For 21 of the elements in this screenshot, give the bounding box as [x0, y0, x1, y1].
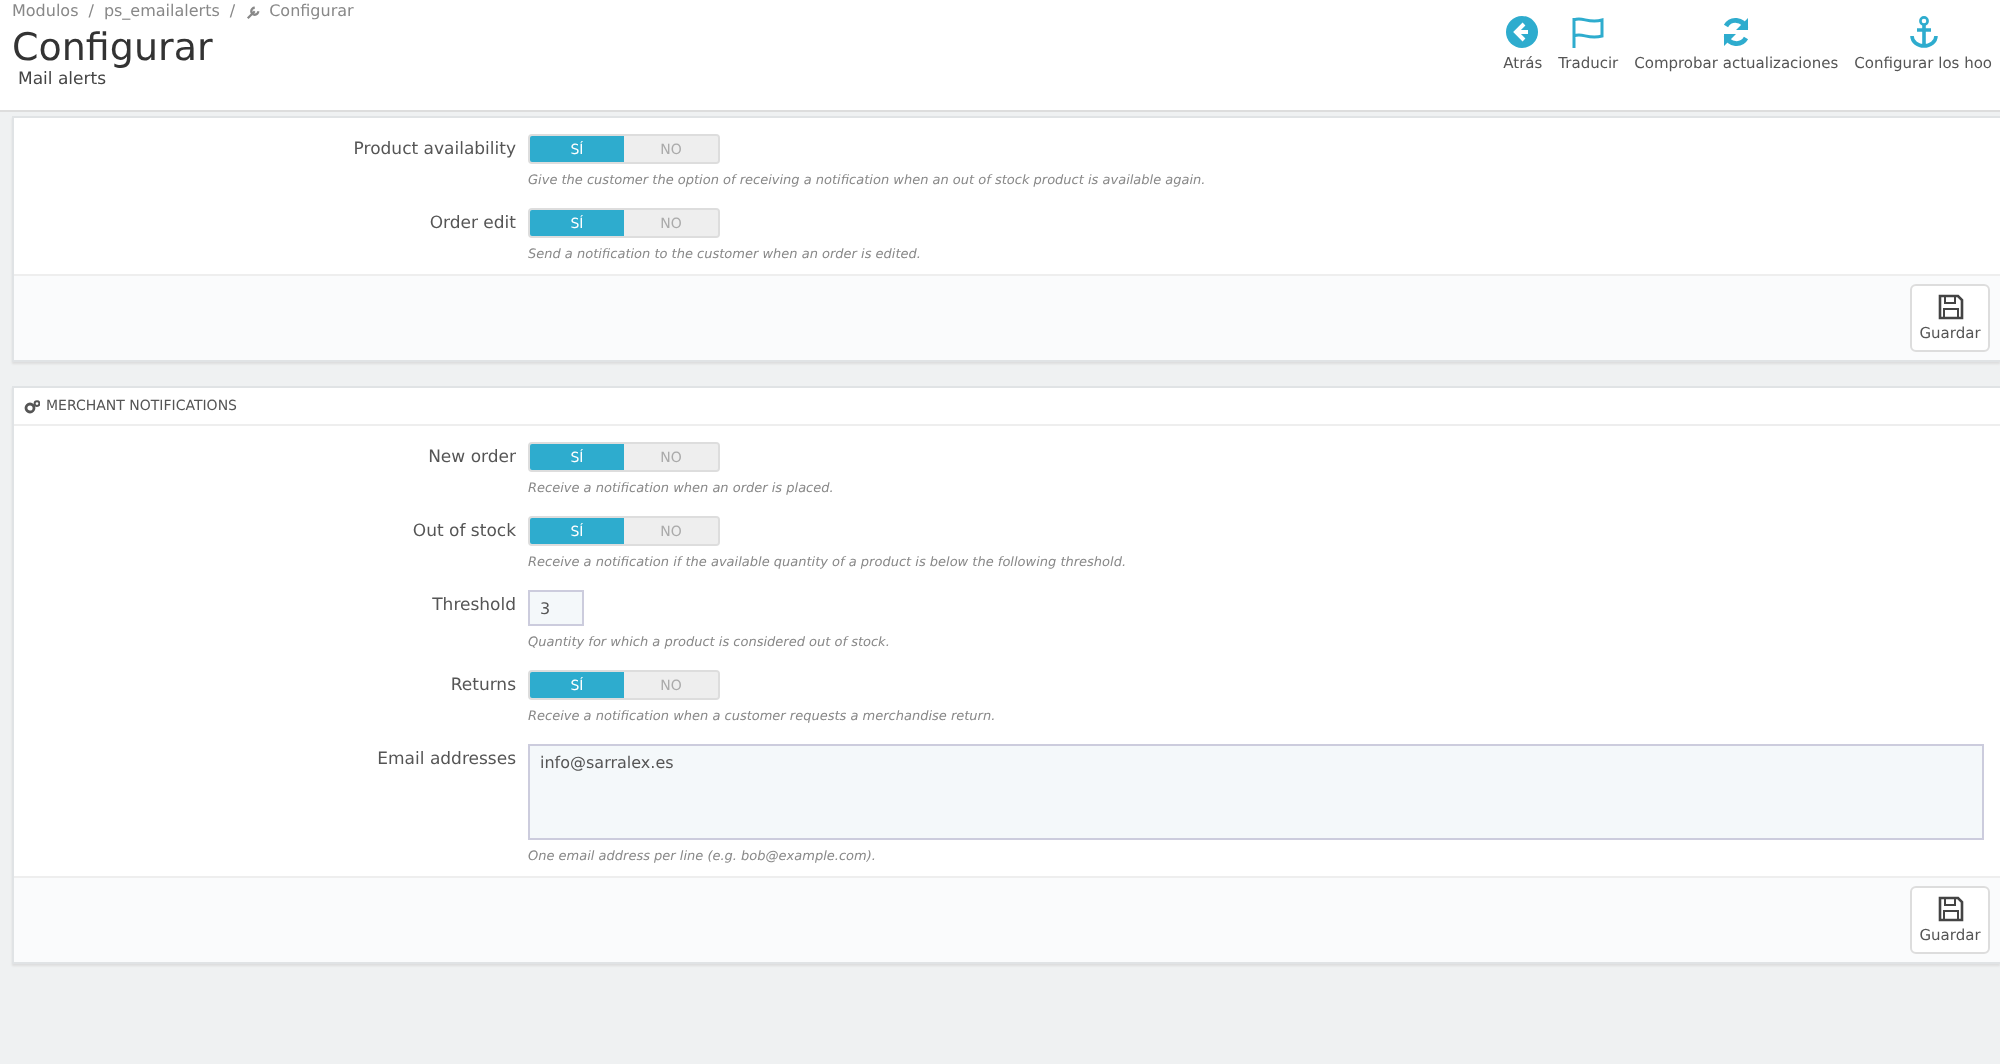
field-label: New order — [426, 446, 516, 468]
gears-icon — [24, 399, 40, 413]
page-title: Configurar — [12, 28, 213, 70]
breadcrumb-link[interactable]: Configurar — [269, 2, 354, 22]
breadcrumb-link[interactable]: Modulos — [12, 2, 79, 22]
input-field[interactable]: 3 — [528, 590, 584, 626]
breadcrumb-separator: / — [229, 2, 236, 22]
field-label: Returns — [448, 674, 516, 696]
field-label: Product availability — [351, 138, 516, 160]
field-label: Order edit — [427, 212, 516, 234]
breadcrumb-link[interactable]: ps_emailalerts — [103, 2, 220, 22]
wrench-icon — [245, 5, 260, 19]
breadcrumb-separator: / — [88, 2, 94, 22]
page-subtitle: Mail alerts — [16, 70, 107, 92]
refresh-icon — [1720, 16, 1753, 48]
anchor-icon — [1907, 16, 1940, 48]
field-label: Out of stock — [410, 520, 516, 542]
textarea-field[interactable]: info@sarralex.es — [528, 744, 1984, 840]
field-label: Threshold — [430, 594, 516, 616]
flag-icon — [1570, 16, 1607, 48]
field-label: Email addresses — [375, 748, 516, 770]
